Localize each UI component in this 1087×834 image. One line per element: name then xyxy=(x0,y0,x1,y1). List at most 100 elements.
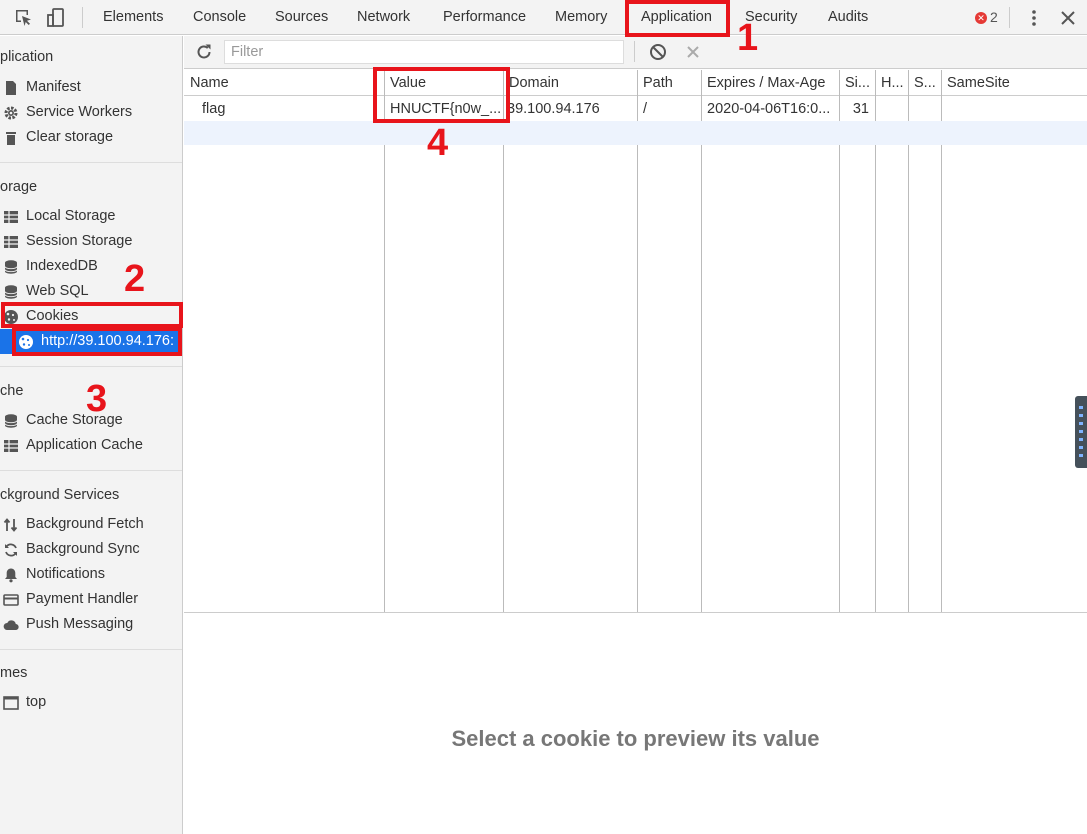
sync-icon xyxy=(3,542,19,558)
annotation-box-cookie-origin xyxy=(12,327,182,356)
column-divider[interactable] xyxy=(941,70,942,612)
tab-sources[interactable]: Sources xyxy=(275,0,328,35)
annotation-box-cookies xyxy=(1,302,183,328)
grid-icon xyxy=(3,438,19,454)
column-header-name[interactable]: Name xyxy=(184,70,384,96)
toolbar-separator xyxy=(634,41,635,62)
database-icon xyxy=(3,413,19,429)
refresh-icon[interactable] xyxy=(194,42,214,62)
application-sidebar: plication Manifest Service Workers Clear… xyxy=(0,36,183,834)
column-divider[interactable] xyxy=(384,70,385,612)
cell-path: / xyxy=(643,101,648,117)
annotation-number-3: 3 xyxy=(86,378,108,420)
sidebar-item-payment-handler[interactable]: Payment Handler xyxy=(0,587,182,612)
tab-audits[interactable]: Audits xyxy=(828,0,868,35)
cookie-preview-pane: Select a cookie to preview its value xyxy=(184,614,1087,834)
annotation-number-1: 1 xyxy=(737,17,759,59)
cell-size: 31 xyxy=(852,101,869,117)
document-icon xyxy=(3,80,19,96)
column-divider[interactable] xyxy=(908,70,909,612)
column-divider[interactable] xyxy=(637,70,638,612)
database-icon xyxy=(3,259,19,275)
column-header-expires[interactable]: Expires / Max-Age xyxy=(701,70,839,96)
tab-console[interactable]: Console xyxy=(193,0,246,35)
error-icon: ✕ xyxy=(975,12,987,24)
gear-icon xyxy=(3,105,19,121)
column-divider[interactable] xyxy=(875,70,876,612)
cell-domain: 39.100.94.176 xyxy=(507,101,600,117)
filter-input[interactable] xyxy=(224,40,624,64)
cell-expires: 2020-04-06T16:0... xyxy=(707,101,831,117)
section-divider xyxy=(0,366,182,367)
tab-performance[interactable]: Performance xyxy=(443,0,526,35)
annotation-box-application-tab xyxy=(625,0,730,37)
credit-card-icon xyxy=(3,592,19,608)
trash-icon xyxy=(3,130,19,146)
sidebar-item-background-sync[interactable]: Background Sync xyxy=(0,537,182,562)
cookie-filter-bar xyxy=(184,36,1087,69)
annotation-number-4: 4 xyxy=(427,122,449,164)
sidebar-item-background-fetch[interactable]: Background Fetch xyxy=(0,512,182,537)
column-header-path[interactable]: Path xyxy=(637,70,701,96)
column-header-domain[interactable]: Domain xyxy=(503,70,637,96)
section-title-background-services: ckground Services xyxy=(0,487,120,503)
section-divider xyxy=(0,162,182,163)
sidebar-item-application-cache[interactable]: Application Cache xyxy=(0,433,182,458)
section-divider xyxy=(0,470,182,471)
delete-selected-icon[interactable] xyxy=(683,42,703,62)
cell-secure xyxy=(908,97,941,121)
sidebar-item-indexeddb[interactable]: IndexedDB xyxy=(0,254,182,279)
up-down-arrows-icon xyxy=(3,517,19,533)
devtools-toolbar: Elements Console Sources Network Perform… xyxy=(0,0,1087,35)
sidebar-item-session-storage[interactable]: Session Storage xyxy=(0,229,182,254)
table-header: Name Value Domain Path Expires / Max-Age… xyxy=(184,70,1087,96)
column-divider[interactable] xyxy=(701,70,702,612)
grid-icon xyxy=(3,234,19,250)
table-row[interactable]: flag HNUCTF{n0w_... 39.100.94.176 / 2020… xyxy=(184,97,1087,121)
sidebar-item-notifications[interactable]: Notifications xyxy=(0,562,182,587)
column-header-size[interactable]: Si... xyxy=(839,70,875,96)
preview-placeholder-text: Select a cookie to preview its value xyxy=(451,726,820,751)
section-divider xyxy=(0,649,182,650)
inspect-element-icon[interactable] xyxy=(14,8,34,28)
sidebar-item-manifest[interactable]: Manifest xyxy=(0,75,182,100)
column-header-samesite[interactable]: SameSite xyxy=(941,70,1087,96)
toolbar-separator xyxy=(82,7,83,28)
sidebar-item-push-messaging[interactable]: Push Messaging xyxy=(0,612,182,637)
cell-name: flag xyxy=(202,101,226,117)
annotation-number-2: 2 xyxy=(124,258,146,300)
database-icon xyxy=(3,284,19,300)
device-toolbar-icon[interactable] xyxy=(46,8,66,28)
frame-icon xyxy=(3,695,19,711)
column-header-httponly[interactable]: H... xyxy=(875,70,908,96)
sidebar-item-clear-storage[interactable]: Clear storage xyxy=(0,125,182,150)
toolbar-separator xyxy=(1009,7,1010,28)
column-divider[interactable] xyxy=(503,70,504,612)
tab-network[interactable]: Network xyxy=(357,0,410,35)
bell-icon xyxy=(3,567,19,583)
close-devtools-icon[interactable] xyxy=(1058,8,1078,28)
cell-samesite xyxy=(941,97,1087,121)
error-count: 2 xyxy=(990,9,998,25)
sidebar-item-local-storage[interactable]: Local Storage xyxy=(0,204,182,229)
sidebar-item-frame-top[interactable]: top xyxy=(0,690,182,715)
tab-elements[interactable]: Elements xyxy=(103,0,163,35)
error-counter[interactable]: ✕ 2 xyxy=(975,9,998,25)
annotation-box-value-cell xyxy=(373,67,510,123)
more-options-icon[interactable] xyxy=(1024,8,1044,28)
sidebar-item-service-workers[interactable]: Service Workers xyxy=(0,100,182,125)
section-title-frames: mes xyxy=(0,665,28,681)
empty-row xyxy=(184,121,1087,145)
sidebar-item-web-sql[interactable]: Web SQL xyxy=(0,279,182,304)
cookies-table: Name Value Domain Path Expires / Max-Age… xyxy=(184,70,1087,613)
section-title-storage: orage xyxy=(0,179,38,195)
tab-memory[interactable]: Memory xyxy=(555,0,607,35)
cloud-icon xyxy=(3,617,19,633)
panel-resize-handle[interactable] xyxy=(1075,396,1087,468)
section-title-cache: che xyxy=(0,383,24,399)
grid-icon xyxy=(3,209,19,225)
clear-all-icon[interactable] xyxy=(648,42,668,62)
section-title-application: plication xyxy=(0,49,54,65)
column-divider[interactable] xyxy=(839,70,840,612)
column-header-secure[interactable]: S... xyxy=(908,70,941,96)
